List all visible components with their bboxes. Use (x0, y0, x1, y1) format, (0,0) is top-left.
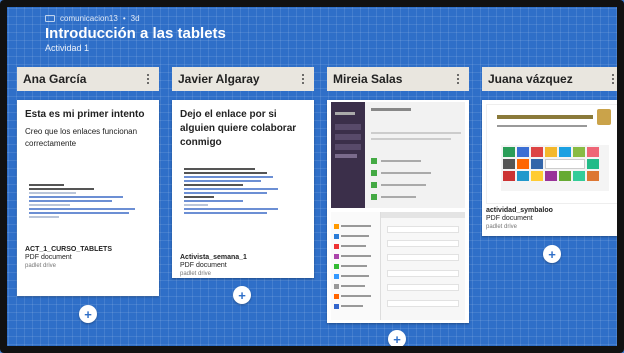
column-more-icon[interactable] (143, 72, 153, 86)
attachment-image-2[interactable] (331, 212, 465, 320)
column-header-ana: Ana García (17, 67, 159, 91)
attachment-source: padlet drive (486, 224, 518, 230)
attachment-type: PDF document (180, 262, 227, 269)
attachment-image-1[interactable] (331, 102, 465, 208)
column-more-icon[interactable] (453, 72, 463, 86)
attachment-preview[interactable] (25, 178, 151, 244)
plus-icon: + (238, 287, 246, 303)
board-age: 3d (130, 14, 140, 23)
column-header-juana: Juana vázquez (482, 67, 624, 91)
post-card-ana[interactable]: Esta es mi primer intento Creo que los e… (17, 100, 159, 296)
post-card-mireia[interactable] (327, 100, 469, 323)
author-avatar-icon (45, 15, 55, 22)
board-title: Introducción a las tablets (45, 25, 226, 42)
column-header-mireia: Mireia Salas (327, 67, 469, 91)
post-card-javier[interactable]: Dejo el enlace por si alguien quiere col… (172, 100, 314, 278)
board-author[interactable]: comunicacion13 (60, 14, 118, 23)
board-meta: comunicacion13 • 3d (45, 14, 226, 23)
post-title: Esta es mi primer intento (25, 109, 145, 120)
attachment-type: PDF document (25, 254, 72, 261)
add-post-button[interactable]: + (543, 245, 561, 263)
attachment-type: PDF document (486, 215, 533, 222)
post-body: Creo que los enlaces funcionan correctam… (25, 127, 138, 148)
board-header: comunicacion13 • 3d Introducción a las t… (45, 14, 226, 53)
attachment-preview[interactable] (486, 104, 620, 204)
column-header-javier: Javier Algaray (172, 67, 314, 91)
add-post-button[interactable]: + (79, 305, 97, 323)
attachment-source: padlet drive (25, 263, 57, 269)
column-title: Javier Algaray (178, 72, 260, 86)
attachment-title[interactable]: ACT_1_CURSO_TABLETS (25, 246, 151, 253)
add-post-button[interactable]: + (233, 286, 251, 304)
board-subtitle: Actividad 1 (45, 43, 90, 53)
attachment-title[interactable]: Activista_semana_1 (180, 254, 306, 261)
column-title: Mireia Salas (333, 72, 403, 86)
plus-icon: + (84, 306, 92, 322)
attachment-preview[interactable] (180, 162, 306, 250)
column-title: Juana vázquez (488, 72, 573, 86)
column-more-icon[interactable] (298, 72, 308, 86)
column-title: Ana García (23, 72, 87, 86)
plus-icon: + (393, 331, 401, 347)
post-title: Dejo el enlace por si alguien quiere col… (180, 109, 297, 148)
add-post-button[interactable]: + (388, 330, 406, 348)
post-card-juana[interactable]: actividad_symbaloo PDF document padlet d… (482, 100, 624, 236)
plus-icon: + (548, 246, 556, 262)
column-more-icon[interactable] (608, 72, 618, 86)
attachment-title[interactable]: actividad_symbaloo (486, 207, 620, 214)
attachment-source: padlet drive (180, 271, 212, 277)
